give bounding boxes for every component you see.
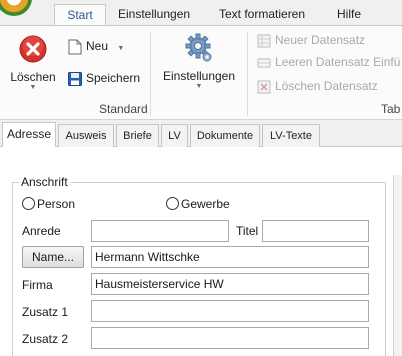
ribbon-tab-strip: Start Einstellungen Text formatieren Hil… xyxy=(0,0,402,26)
tab-dokumente[interactable]: Dokumente xyxy=(190,124,260,148)
name-button[interactable]: Name... xyxy=(22,246,84,268)
delete-icon xyxy=(19,35,47,63)
radio-circle xyxy=(166,197,179,210)
titel-field[interactable] xyxy=(262,220,369,242)
tab-einstellungen[interactable]: Einstellungen xyxy=(118,4,190,26)
new-document-icon xyxy=(68,39,82,55)
radio-person[interactable]: Person xyxy=(22,196,75,212)
radio-gewerbe[interactable]: Gewerbe xyxy=(166,196,230,212)
right-panel-edge xyxy=(393,175,402,356)
delete-record-button[interactable]: Löschen Datensatz xyxy=(257,76,378,96)
tab-ausweis[interactable]: Ausweis xyxy=(58,124,114,148)
group-separator xyxy=(247,32,248,116)
document-tab-strip: Adresse Ausweis Briefe LV Dokumente LV-T… xyxy=(0,121,402,148)
tab-briefe[interactable]: Briefe xyxy=(116,124,159,148)
new-record-button[interactable]: Neuer Datensatz xyxy=(257,30,365,50)
firma-label: Firma xyxy=(22,278,53,292)
settings-label: Einstellungen xyxy=(162,69,236,83)
zusatz1-field[interactable] xyxy=(91,300,369,322)
group-label-tab: Tab xyxy=(381,102,401,116)
tab-text-formatieren[interactable]: Text formatieren xyxy=(219,4,305,26)
anschrift-title: Anschrift xyxy=(19,175,70,189)
app-orb-icon[interactable] xyxy=(0,0,36,16)
delete-record-label: Löschen Datensatz xyxy=(275,79,378,93)
radio-person-label: Person xyxy=(37,197,76,211)
save-button[interactable]: Speichern xyxy=(68,68,140,88)
radio-gewerbe-label: Gewerbe xyxy=(181,197,230,211)
new-record-label: Neuer Datensatz xyxy=(275,33,366,47)
radio-circle xyxy=(22,197,35,210)
chevron-down-icon: ▼ xyxy=(29,84,37,91)
insert-empty-record-label: Leeren Datensatz Einfü xyxy=(275,55,401,69)
delete-record-icon xyxy=(257,80,271,94)
insert-empty-record-icon xyxy=(257,58,271,68)
new-record-icon xyxy=(257,34,271,48)
tab-start[interactable]: Start xyxy=(54,4,106,26)
address-panel: Anschrift Person Gewerbe Anrede Titel Na… xyxy=(0,147,402,356)
new-button[interactable]: Neu ▼ xyxy=(68,36,124,56)
insert-empty-record-button[interactable]: Leeren Datensatz Einfü xyxy=(257,52,400,72)
name-field[interactable]: Hermann Wittschke xyxy=(91,246,369,268)
anrede-label: Anrede xyxy=(22,224,61,238)
ribbon-panel: Löschen ▼ Neu ▼ Speichern Einstellungen … xyxy=(0,25,402,120)
firma-field[interactable]: Hausmeisterservice HW xyxy=(91,273,369,295)
zusatz1-label: Zusatz 1 xyxy=(22,305,69,319)
group-separator xyxy=(150,32,151,116)
tab-adresse[interactable]: Adresse xyxy=(2,122,56,148)
delete-button[interactable]: Löschen ▼ xyxy=(8,34,58,92)
tab-hilfe[interactable]: Hilfe xyxy=(337,4,361,26)
chevron-down-icon: ▼ xyxy=(117,45,125,52)
settings-button[interactable]: Einstellungen ▼ xyxy=(160,32,238,91)
titel-label: Titel xyxy=(236,224,259,238)
new-label: Neu xyxy=(86,39,109,53)
chevron-down-icon: ▼ xyxy=(195,83,203,90)
zusatz2-label: Zusatz 2 xyxy=(22,332,69,346)
tab-lv-texte[interactable]: LV-Texte xyxy=(262,124,320,148)
zusatz2-field[interactable] xyxy=(91,327,369,349)
tab-lv[interactable]: LV xyxy=(161,124,188,148)
anrede-field[interactable] xyxy=(91,220,229,242)
settings-gear-icon xyxy=(185,33,212,62)
group-label-standard: Standard xyxy=(99,102,148,116)
save-label: Speichern xyxy=(86,71,141,85)
delete-label: Löschen xyxy=(10,70,56,84)
save-icon xyxy=(68,71,82,86)
